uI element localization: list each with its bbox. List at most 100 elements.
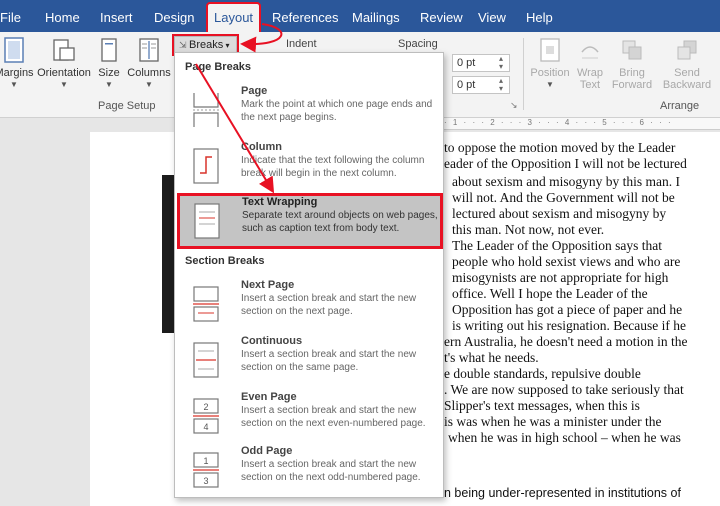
document-line: lectured about sexism and misogyny by	[452, 206, 667, 221]
tab-mailings[interactable]: Mailings	[352, 10, 400, 30]
svg-text:3: 3	[203, 476, 208, 486]
menu-item-description: Mark the point at which one page ends an…	[241, 99, 433, 123]
send-backward-icon	[677, 40, 697, 60]
tab-file[interactable]: File	[0, 10, 21, 30]
margins-label: Margins	[0, 67, 34, 79]
document-line: eader of the Opposition I will not be le…	[444, 156, 687, 171]
page-setup-group-label: Page Setup	[98, 100, 156, 112]
menu-item-even-page[interactable]: 24 Even Page Insert a section break and …	[179, 391, 441, 447]
document-line: . We are now supposed to take seriously …	[444, 382, 684, 397]
bring-forward-button[interactable]: Bring Forward	[610, 36, 654, 91]
svg-text:4: 4	[203, 422, 208, 432]
text-wrapping-break-icon	[194, 203, 220, 239]
tab-references[interactable]: References	[272, 10, 338, 30]
indent-label: Indent	[286, 38, 317, 50]
orientation-icon	[53, 39, 75, 61]
chevron-down-icon: ▾	[223, 41, 230, 50]
arrange-group-label: Arrange	[660, 100, 700, 112]
menu-item-title: Text Wrapping	[242, 196, 318, 208]
menu-item-description: Insert a section break and start the new…	[241, 459, 421, 483]
breaks-label: Breaks	[189, 39, 224, 51]
tab-layout[interactable]: Layout	[205, 2, 262, 34]
tab-design[interactable]: Design	[154, 10, 194, 30]
document-line: office. Well I hope the Leader of the	[452, 286, 648, 301]
menu-item-title: Continuous	[241, 335, 303, 347]
breaks-icon: ⇲	[179, 40, 190, 50]
send-backward-label: Send	[674, 67, 700, 79]
document-line: Opposition has got a piece of paper and …	[452, 302, 683, 317]
page-break-icon	[193, 93, 219, 127]
menu-item-continuous[interactable]: Continuous Insert a section break and st…	[179, 335, 441, 391]
menu-item-title: Next Page	[241, 279, 295, 291]
chevron-down-icon: ▼	[145, 80, 153, 89]
menu-item-column-break[interactable]: Column Indicate that the text following …	[179, 141, 441, 197]
document-line: this man. Not now, not ever.	[452, 222, 605, 237]
menu-item-title: Odd Page	[241, 445, 293, 457]
send-backward-button[interactable]: Send Backward	[660, 36, 714, 91]
document-line: to oppose the motion moved by the Leader	[444, 140, 676, 155]
menu-item-description: Insert a section break and start the new…	[241, 349, 417, 373]
svg-text:2: 2	[203, 402, 208, 412]
breaks-dropdown-menu: Page Breaks Page Mark the point at which…	[174, 52, 444, 498]
menu-item-title: Column	[241, 141, 282, 153]
svg-text:1: 1	[203, 456, 208, 466]
continuous-break-icon	[193, 342, 219, 378]
menu-item-page-break[interactable]: Page Mark the point at which one page en…	[179, 85, 441, 141]
tab-help[interactable]: Help	[526, 10, 553, 30]
horizontal-ruler[interactable]: · 1 · · · 2 · · · 3 · · · 4 · · · 5 · · …	[440, 118, 720, 130]
menu-item-odd-page[interactable]: 13 Odd Page Insert a section break and s…	[179, 445, 441, 501]
column-break-icon	[193, 148, 219, 184]
chevron-down-icon: ▼	[10, 80, 18, 89]
menu-item-text-wrapping-break[interactable]: Text Wrapping Separate text around objec…	[177, 193, 443, 249]
position-label: Position	[530, 67, 570, 79]
spacing-after-input[interactable]: 0 pt	[452, 76, 510, 94]
document-line: is was when he was a minister under the	[444, 414, 662, 429]
document-line: when he was in high school – when he was	[448, 430, 681, 445]
document-line: e double standards, repulsive double	[444, 366, 641, 381]
columns-label: Columns	[127, 67, 171, 79]
document-line: The Leader of the Opposition says that	[452, 238, 662, 253]
menu-item-description: Indicate that the text following the col…	[241, 155, 425, 179]
tab-view[interactable]: View	[478, 10, 506, 30]
dialog-launcher-icon[interactable]: ↘	[510, 100, 518, 111]
chevron-down-icon: ▼	[546, 80, 554, 89]
orientation-button[interactable]: Orientation ▼	[36, 36, 92, 89]
menu-item-description: Insert a section break and start the new…	[241, 405, 426, 429]
position-icon	[540, 38, 560, 62]
margins-icon	[4, 37, 24, 63]
document-line: n being under-represented in institution…	[444, 486, 681, 500]
size-icon	[101, 38, 117, 62]
tab-review[interactable]: Review	[420, 10, 463, 30]
document-line: Slipper's text messages, when this is	[444, 398, 640, 413]
page-breaks-header: Page Breaks	[185, 61, 252, 73]
ribbon-tab-bar: File Home Insert Design Layout Reference…	[0, 0, 720, 34]
wrap-text-button[interactable]: Wrap Text	[574, 36, 606, 91]
group-divider	[523, 38, 524, 110]
bring-forward-label-2: Forward	[611, 79, 653, 91]
menu-item-next-page[interactable]: Next Page Insert a section break and sta…	[179, 279, 441, 335]
orientation-label: Orientation	[37, 67, 91, 79]
position-button[interactable]: Position ▼	[528, 36, 572, 89]
document-line: about sexism and misogyny by this man. I	[452, 174, 680, 189]
chevron-down-icon: ▼	[60, 80, 68, 89]
wrap-text-label-2: Text	[579, 79, 601, 91]
bring-forward-icon	[622, 40, 642, 60]
document-line: t's what he needs.	[444, 350, 539, 365]
tab-insert[interactable]: Insert	[100, 10, 133, 30]
odd-page-break-icon: 13	[193, 452, 219, 488]
columns-button[interactable]: Columns ▼	[126, 36, 172, 89]
send-backward-label-2: Backward	[662, 79, 712, 91]
even-page-break-icon: 24	[193, 398, 219, 434]
size-button[interactable]: Size ▼	[96, 36, 122, 89]
document-line: misogynists are not appropriate for high	[452, 270, 669, 285]
size-label: Size	[98, 67, 120, 79]
margins-button[interactable]: Margins ▼	[0, 36, 34, 89]
spacing-before-input[interactable]: 0 pt	[452, 54, 510, 72]
menu-item-description: Insert a section break and start the new…	[241, 293, 417, 317]
bring-forward-label: Bring	[619, 67, 645, 79]
tab-home[interactable]: Home	[45, 10, 80, 30]
wrap-text-label: Wrap	[576, 67, 604, 79]
menu-item-title: Even Page	[241, 391, 297, 403]
menu-item-title: Page	[241, 85, 268, 97]
columns-icon	[139, 38, 159, 62]
